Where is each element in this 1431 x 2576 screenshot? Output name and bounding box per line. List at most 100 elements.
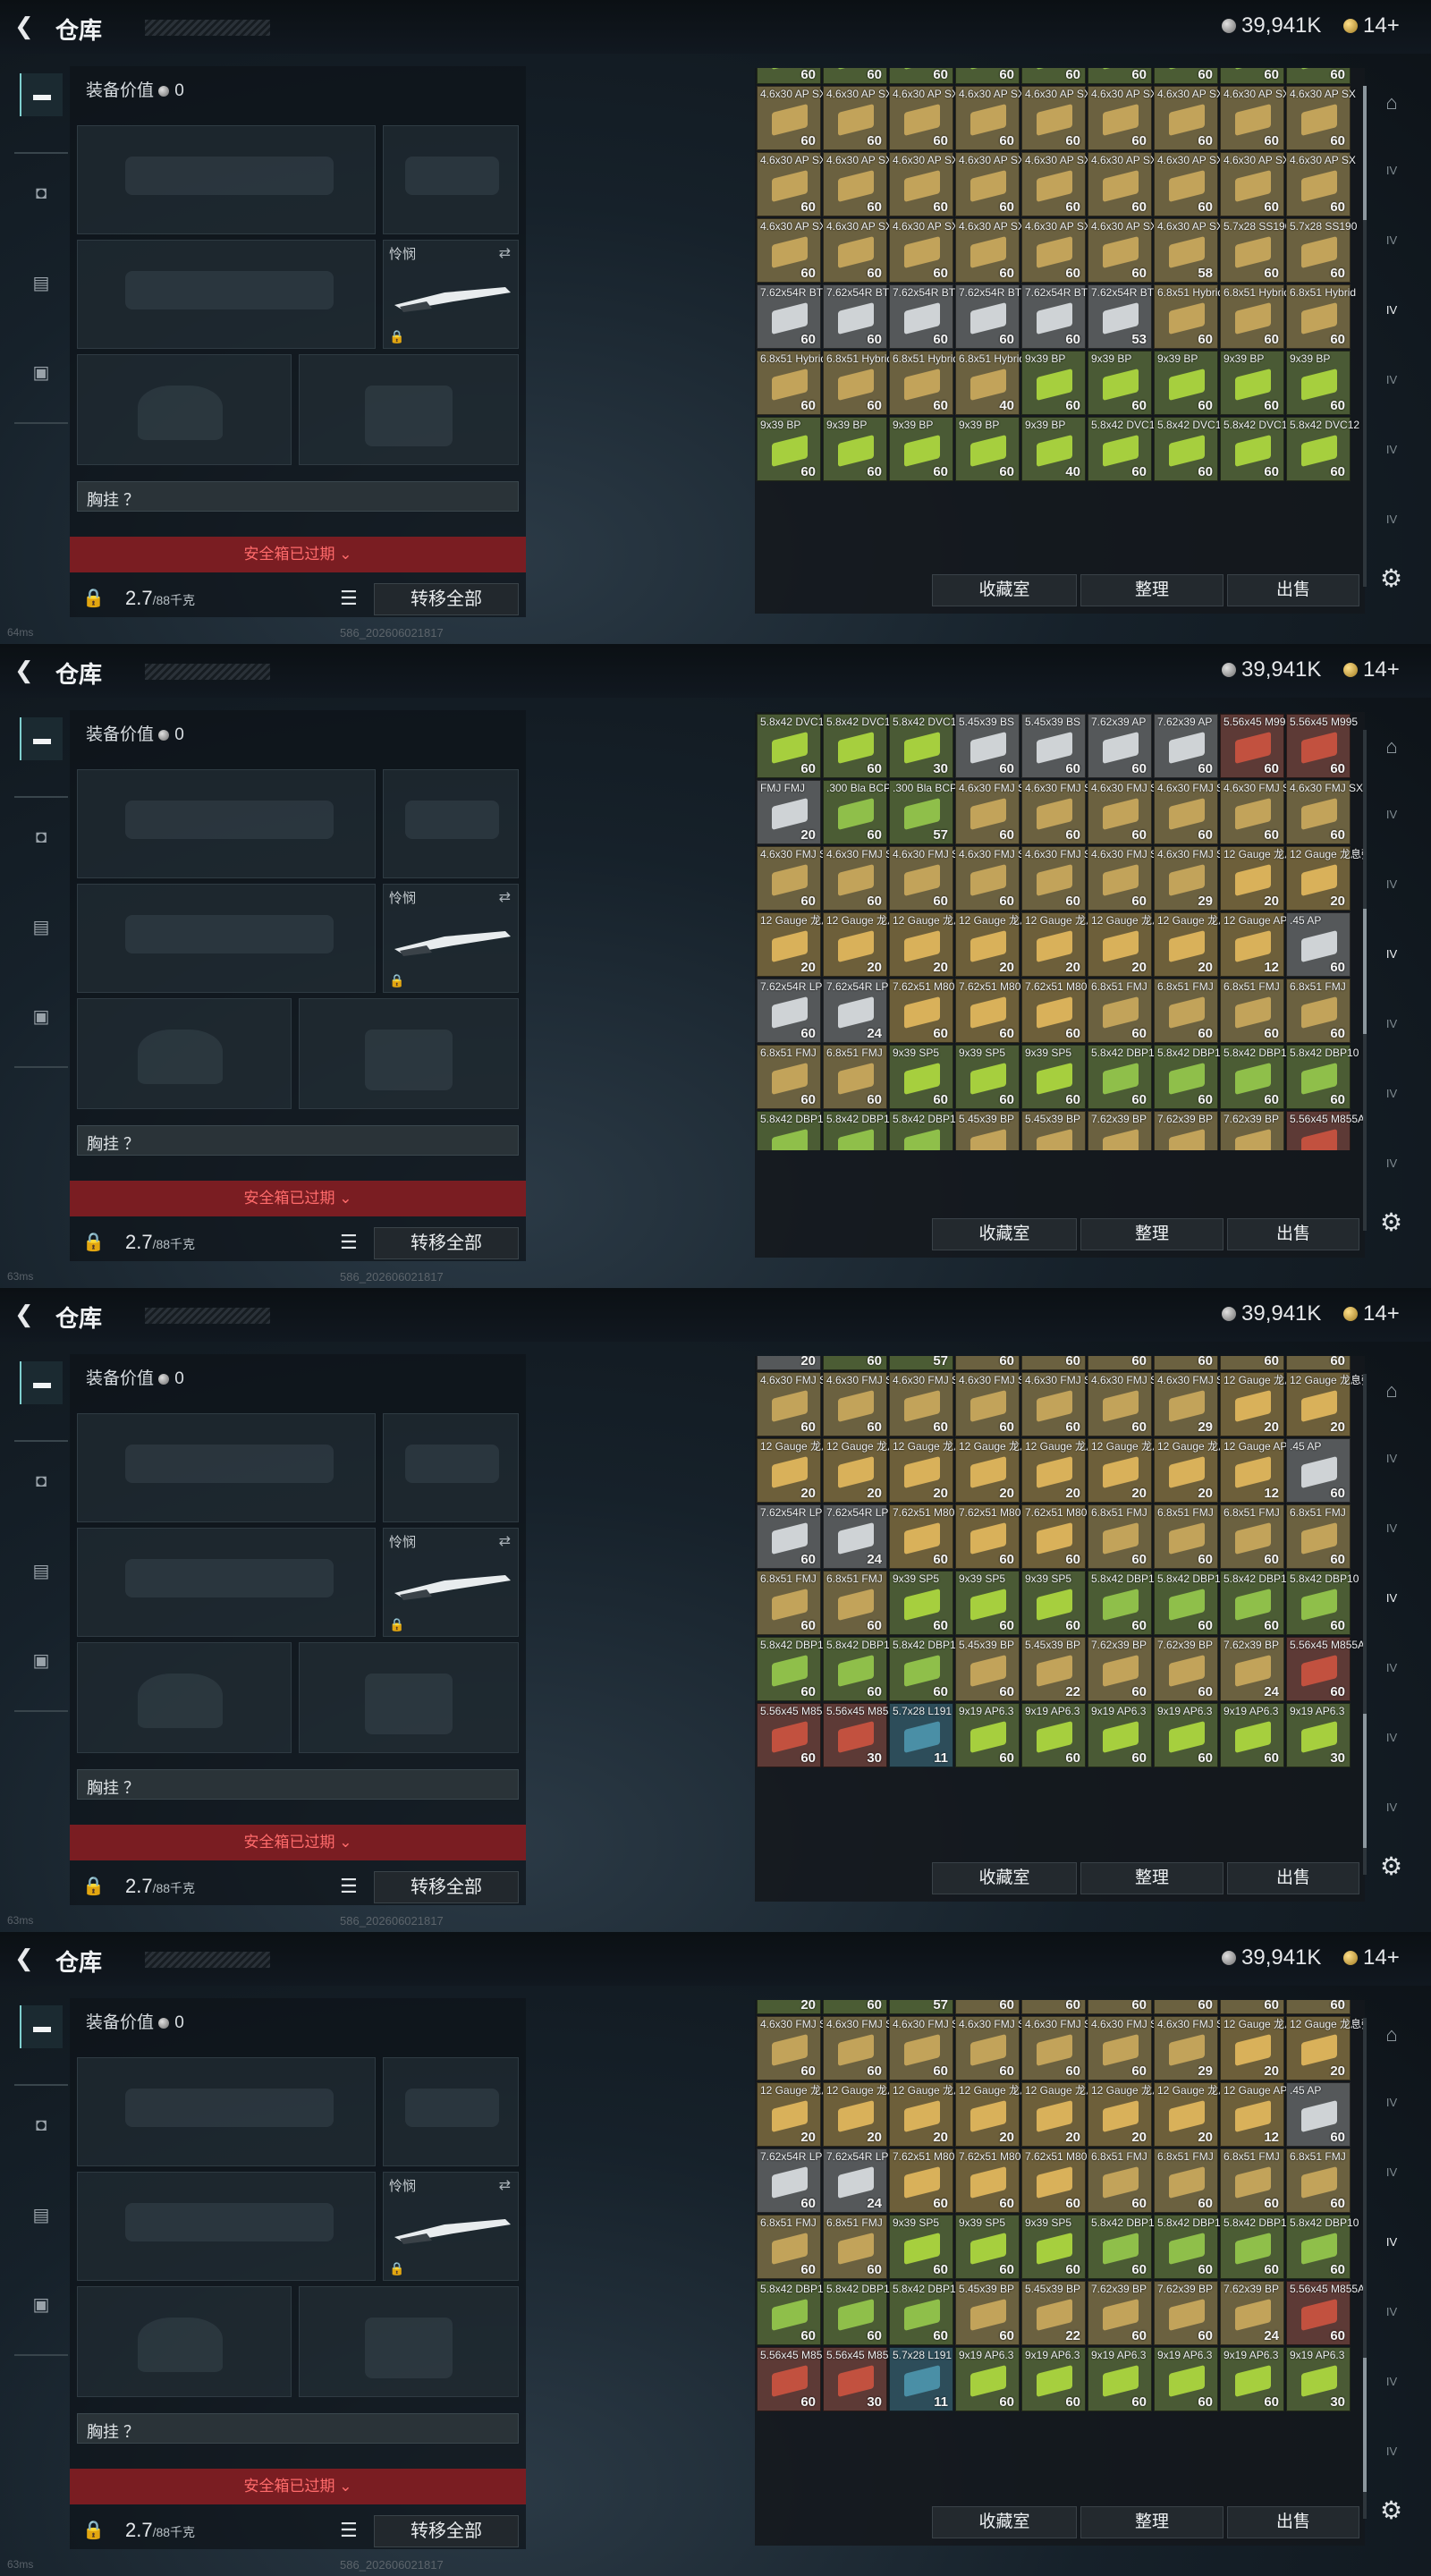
ammo-item[interactable]: 60 [1286, 1356, 1351, 1370]
backpack-tab-icon[interactable]: ▣ [20, 995, 63, 1038]
ammo-item[interactable]: 4.6x30 FMJ SX 60 [1088, 1372, 1164, 1436]
ammo-item[interactable]: 60 [1220, 2000, 1284, 2014]
chest-rig-slot[interactable]: 胸挂 ？ [77, 1125, 519, 1156]
ammo-item[interactable]: FMJ FMJ 20 [757, 780, 821, 844]
stash-page-icon[interactable]: IV [1374, 433, 1410, 467]
ammo-item[interactable]: .300 Bla BCP FMJ 60 [823, 1356, 887, 1370]
ammo-item[interactable]: 4.6x30 FMJ SX 60 [757, 1372, 834, 1436]
ammo-item[interactable]: 6.8x51 FMJ 60 [1088, 2148, 1152, 2213]
ammo-item[interactable]: 9x19 AP6.3 60 [1021, 2347, 1086, 2411]
stash-scrollbar[interactable] [1363, 86, 1367, 587]
ammo-item[interactable]: 9x19 AP6.3 60 [1154, 1703, 1218, 1767]
ammo-item[interactable]: 60 [889, 68, 953, 84]
armor-slot[interactable] [299, 998, 519, 1109]
ammo-item[interactable]: 5.8x42 DBP10 60 [1154, 1045, 1226, 1109]
secondary-weapon-slot[interactable] [77, 240, 376, 349]
ammo-item[interactable]: 4.6x30 FMJ SX 60 [1021, 780, 1098, 844]
ammo-item[interactable]: .300 Bla BCP FMJ 57 [889, 780, 980, 844]
gold-currency[interactable]: 14+ [1343, 13, 1400, 38]
stash-page-icon[interactable]: IV [1374, 1721, 1410, 1755]
melee-slot[interactable]: 怜悯 ⇄ 🔒 [383, 240, 519, 349]
ammo-item[interactable]: 4.6x30 AP SX 60 [757, 218, 826, 283]
ammo-item[interactable]: 7.62x39 BP 60 [1154, 2281, 1218, 2345]
ammo-item[interactable]: 5.8x42 DBP10 60 [1088, 2215, 1160, 2279]
ammo-item[interactable]: 6.8x51 FMJ 60 [1286, 1504, 1351, 1569]
back-arrow-icon[interactable]: ❮ [14, 1945, 34, 1972]
ammo-item[interactable]: 4.6x30 FMJ SX 60 [757, 2016, 834, 2080]
ammo-item[interactable]: 4.6x30 FMJ SX 60 [889, 1372, 966, 1436]
ammo-item[interactable]: 7.62x54R BT 60 [889, 284, 955, 349]
stash-page-active-icon[interactable]: IV [1374, 2225, 1410, 2259]
ammo-item[interactable]: 7.62x54R LPS 24 [823, 1504, 895, 1569]
ammo-item[interactable]: 5.8x42 DBP10 60 [757, 2281, 829, 2345]
helmet-tab-icon[interactable]: ◘ [20, 816, 63, 859]
ammo-item[interactable]: 4.6x30 AP SX 60 [1021, 86, 1091, 150]
ammo-item[interactable]: 12 Gauge 龙息弹 20 [1220, 1372, 1306, 1436]
secondary-weapon-slot[interactable] [77, 2172, 376, 2281]
ammo-item[interactable]: 9x19 AP6.3 60 [955, 2347, 1020, 2411]
ammo-item[interactable]: 6.8x51 Hybrid 60 [823, 351, 893, 415]
storage-icon[interactable]: ⌂ [1374, 2018, 1410, 2052]
ammo-item[interactable]: 9x19 AP6.3 30 [1286, 1703, 1351, 1767]
ammo-item[interactable]: 7.62x39 BP 60 [1154, 1111, 1218, 1150]
sell-button[interactable]: 出售 [1227, 574, 1359, 606]
ammo-item[interactable]: 12 Gauge 龙息弹 20 [757, 2082, 843, 2147]
ammo-item[interactable]: 5.8x42 DBP10 60 [1088, 1571, 1160, 1635]
ammo-item[interactable]: 4.6x30 FMJ SX 60 [1154, 780, 1231, 844]
ammo-item[interactable]: 6.8x51 Hybrid 60 [1154, 284, 1224, 349]
ammo-item[interactable]: 6.8x51 Hybrid 40 [955, 351, 1025, 415]
ammo-item[interactable]: 5.56x45 M855A1 60 [757, 2347, 842, 2411]
secondary-weapon-slot[interactable] [77, 884, 376, 993]
ammo-item[interactable]: .45 AP 60 [1286, 912, 1351, 977]
stash-page-icon[interactable]: IV [1374, 2295, 1410, 2329]
swap-icon[interactable]: ⇄ [499, 2176, 511, 2194]
ammo-item[interactable]: 60 [1021, 1356, 1086, 1370]
ammo-item[interactable]: 7.62x54R BT 60 [1021, 284, 1088, 349]
ammo-item[interactable]: 4.6x30 FMJ SX 60 [889, 846, 966, 911]
ammo-item[interactable]: 12 Gauge 龙息弹 20 [823, 2082, 909, 2147]
ammo-item[interactable]: 9x39 SP5 60 [955, 1571, 1020, 1635]
ammo-item[interactable]: 4.6x30 FMJ SX 60 [1021, 1372, 1098, 1436]
ammo-item[interactable]: 60 [1154, 1356, 1218, 1370]
ammo-item[interactable]: 5.45x39 BP 60 [955, 2281, 1020, 2345]
swap-icon[interactable]: ⇄ [499, 888, 511, 906]
helmet-tab-icon[interactable]: ◘ [20, 2104, 63, 2147]
ammo-item[interactable]: 12 Gauge 龙息弹 20 [1154, 912, 1240, 977]
ammo-item[interactable]: 6.8x51 FMJ 60 [823, 1571, 887, 1635]
sell-button[interactable]: 出售 [1227, 1862, 1359, 1894]
weapon-tab-icon[interactable]: ▬ [20, 717, 63, 760]
ammo-item[interactable]: 7.62x51 M80 60 [955, 979, 1020, 1043]
ammo-item[interactable]: 7.62x39 AP 60 [1088, 714, 1152, 778]
ammo-item[interactable]: 6.8x51 FMJ 60 [757, 1571, 821, 1635]
ammo-item[interactable]: 4.6x30 FMJ SX 60 [1088, 846, 1164, 911]
ammo-item[interactable]: 12 Gauge 龙息弹 20 [1021, 912, 1107, 977]
ammo-item[interactable]: .45 AP 60 [1286, 1438, 1351, 1503]
ammo-item[interactable]: 5.8x42 DBP10 60 [1220, 1045, 1292, 1109]
weapon-tab-icon[interactable]: ▬ [20, 1361, 63, 1404]
swap-icon[interactable]: ⇄ [499, 244, 511, 262]
ammo-item[interactable]: 60 [1021, 2000, 1086, 2014]
helmet-tab-icon[interactable]: ◘ [20, 1460, 63, 1503]
ammo-item[interactable]: 4.6x30 AP SX 60 [889, 218, 959, 283]
ammo-item[interactable]: 7.62x39 AP 60 [1154, 714, 1218, 778]
stash-page-icon[interactable]: IV [1374, 2086, 1410, 2120]
sort-button[interactable]: 整理 [1080, 574, 1224, 606]
ammo-item[interactable]: 5.45x39 BS 60 [1021, 714, 1086, 778]
ammo-item[interactable]: 5.45x39 BP 60 [955, 1111, 1020, 1150]
ammo-item[interactable]: 7.62x39 BP 24 [1220, 2281, 1284, 2345]
ammo-item[interactable]: 12 Gauge 龙息弹 20 [1088, 1438, 1173, 1503]
stash-page-icon[interactable]: IV [1374, 154, 1410, 188]
ammo-item[interactable]: 7.62x39 BP 24 [1220, 1111, 1284, 1150]
ammo-item[interactable]: 20 [757, 2000, 821, 2014]
ammo-item[interactable]: 9x39 SP5 60 [1021, 2215, 1086, 2279]
sort-button[interactable]: 整理 [1080, 2506, 1224, 2538]
vest-tab-icon[interactable]: ▤ [20, 1549, 63, 1592]
storage-icon[interactable]: ⌂ [1374, 730, 1410, 764]
ammo-item[interactable]: 7.62x51 M80 60 [889, 2148, 954, 2213]
ammo-item[interactable]: 60 [1286, 2000, 1351, 2014]
ammo-item[interactable]: 5.45x39 BP 60 [955, 1637, 1020, 1701]
back-arrow-icon[interactable]: ❮ [14, 1301, 34, 1328]
ammo-item[interactable]: 9x39 BP 60 [1220, 351, 1284, 415]
ammo-item[interactable]: 12 Gauge 龙息弹 20 [1286, 2016, 1365, 2080]
sell-button[interactable]: 出售 [1227, 2506, 1359, 2538]
